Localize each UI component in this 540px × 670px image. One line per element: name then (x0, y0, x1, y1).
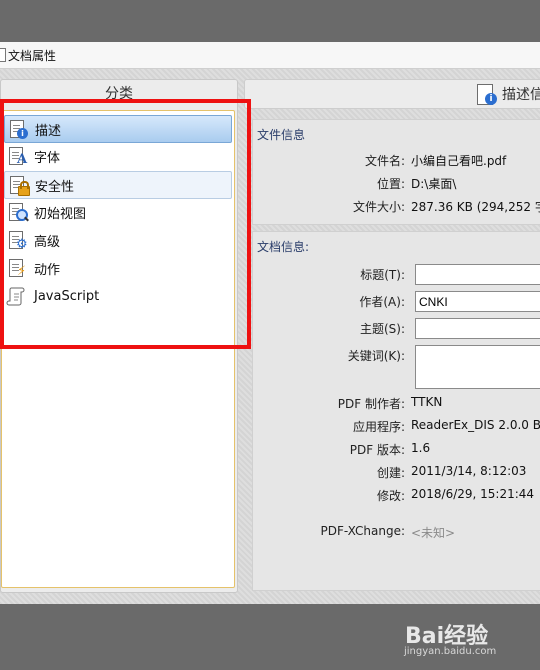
filesize-label: 文件大小: (352, 200, 405, 214)
window-title: 文档属性 (8, 49, 57, 63)
location-value: D:\桌面\ (411, 177, 457, 191)
author-input[interactable] (415, 291, 540, 312)
subject-input[interactable] (415, 318, 540, 339)
pdf-xchange-value: <未知> (411, 526, 456, 540)
application-value: ReaderEx_DIS 2.0.0 Bu (411, 418, 540, 432)
details-title: 描述信 (502, 87, 540, 103)
author-field-label: 作者(A): (359, 295, 405, 309)
pdf-producer-value: TTKN (411, 395, 443, 409)
subject-field-label: 主题(S): (359, 322, 405, 336)
pdf-version-label: PDF 版本: (349, 443, 405, 457)
watermark-url: jingyan.baidu.com (404, 646, 497, 657)
modified-value: 2018/6/29, 15:21:44 (411, 487, 535, 501)
location-label: 位置: (376, 177, 405, 191)
pdf-producer-label: PDF 制作者: (337, 397, 405, 411)
desktop-top-strip (0, 0, 540, 42)
application-label: 应用程序: (352, 420, 405, 434)
created-label: 创建: (376, 466, 405, 480)
file-info-group: 文件信息 文件名: 位置: 文件大小: 小编自己看吧.pdf D:\桌面\ 28… (252, 119, 540, 225)
document-info-icon: i (475, 82, 497, 106)
filename-value: 小编自己看吧.pdf (411, 154, 507, 168)
title-field-label: 标题(T): (360, 268, 405, 282)
app-icon (0, 48, 6, 62)
title-input[interactable] (415, 264, 540, 285)
keywords-field-label: 关键词(K): (347, 349, 405, 363)
modified-label: 修改: (376, 489, 405, 503)
title-bar: 文档属性 (0, 42, 540, 69)
filesize-value: 287.36 KB (294,252 字节 (411, 200, 540, 214)
details-header: i 描述信 (244, 79, 540, 109)
pdf-xchange-label: PDF-XChange: (320, 524, 405, 538)
highlight-box (0, 99, 251, 349)
doc-info-group: 文档信息: 标题(T): 作者(A): 主题(S): 关键词(K): PDF 制… (252, 231, 540, 591)
created-value: 2011/3/14, 8:12:03 (411, 464, 527, 478)
pdf-version-value: 1.6 (411, 441, 431, 455)
keywords-input[interactable] (415, 345, 540, 389)
details-panel: i 描述信 文件信息 文件名: 位置: 文件大小: 小编自己看吧.pdf D:\… (244, 79, 540, 591)
filename-label: 文件名: (364, 154, 405, 168)
